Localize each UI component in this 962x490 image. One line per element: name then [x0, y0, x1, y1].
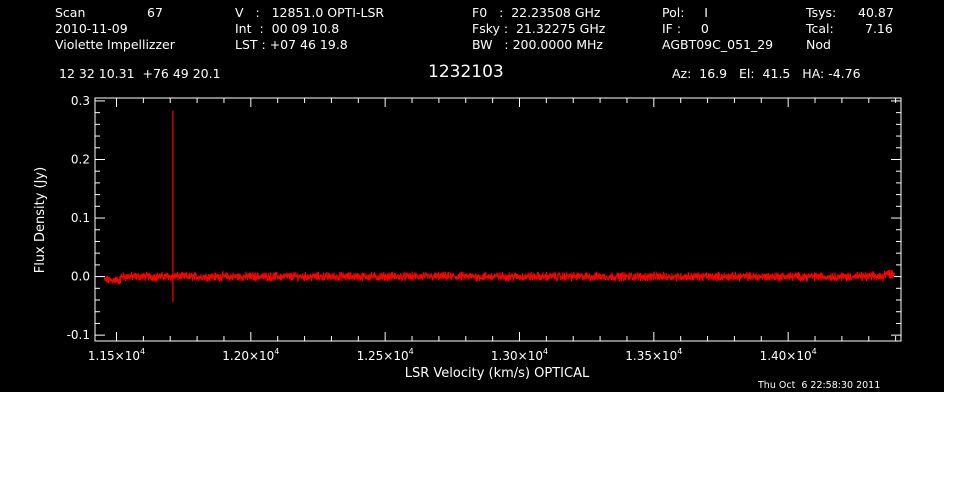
axes-layer [94, 97, 902, 342]
series-layer [103, 110, 895, 302]
tick-labels-layer: 1.15×104 1.20×104 1.25×104 1.30×104 1.35×104… [67, 94, 817, 363]
y-tick-label: 0.3 [71, 94, 90, 108]
plot-frame [94, 97, 902, 342]
plot-panel: Scan 67 2010-11-09 Violette Impellizzer … [0, 0, 944, 392]
x-axis-title: LSR Velocity (km/s) OPTICAL [405, 366, 590, 381]
x-tick-label: 1.40×104 [760, 347, 817, 363]
x-tick-label: 1.30×104 [491, 347, 548, 363]
y-tick-label: 0.1 [71, 211, 90, 225]
y-tick-label: -0.1 [67, 328, 90, 342]
y-tick-label: 0.0 [71, 270, 90, 284]
y-tick-label: 0.2 [71, 152, 90, 166]
x-tick-label: 1.35×104 [625, 347, 682, 363]
y-axis-title: Flux Density (Jy) [33, 167, 48, 273]
x-tick-label: 1.25×104 [357, 347, 414, 363]
spectrum-trace [103, 269, 895, 285]
spectrum-chart: 1.15×104 1.20×104 1.25×104 1.30×104 1.35×104… [33, 94, 902, 381]
x-tick-label: 1.20×104 [222, 347, 279, 363]
x-tick-label: 1.15×104 [88, 347, 145, 363]
ticks-layer [95, 98, 901, 341]
